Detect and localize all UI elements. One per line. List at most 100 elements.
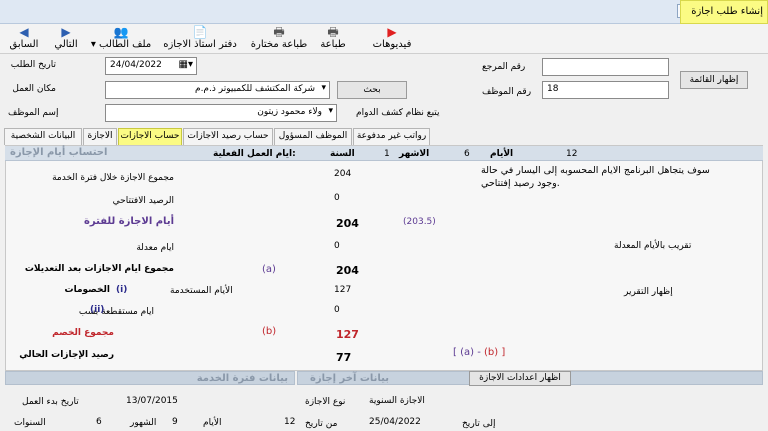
document-icon: 📄 (192, 25, 208, 39)
deducted-days-value: 0 (334, 305, 340, 315)
tab-leave-balance[interactable]: حساب رصيد الاجازات (183, 128, 273, 145)
work-place-select[interactable]: شركة المكتشف للكمبيوتر ذ.م.م ▾ (105, 81, 330, 99)
note-line-1: سوف يتجاهل البرنامج الايام المحسوبه إلى … (481, 165, 710, 176)
prev-button[interactable]: ◀ السابق (4, 24, 44, 54)
from-date-label: من تاريخ (305, 419, 338, 429)
days-label: الأيام (490, 149, 514, 159)
months-value: 9 (172, 417, 178, 427)
tab-responsible-employee[interactable]: الموظف المسؤول (274, 128, 352, 145)
attendance-note: يتبع نظام كشف الدوام (356, 108, 440, 118)
order-date-field[interactable]: 24/04/2022 ▦▾ (105, 57, 197, 75)
adjusted-days-value: 0 (334, 241, 340, 251)
used-days-value: 127 (334, 285, 352, 295)
ref-no-input[interactable] (542, 58, 669, 76)
emp-name-label: إسم الموظف (8, 108, 59, 118)
balance-label: رصيد الإجازات الحالي (19, 350, 114, 360)
leave-settings-button[interactable]: اظهار اعدادات الاجازة (469, 371, 571, 386)
adjusted-days-label: ايام معدلة (136, 243, 174, 253)
printer-icon: 🖶 (327, 25, 339, 39)
calendar-icon[interactable]: ▦▾ (179, 59, 193, 70)
deducted-days-label: ايام مستقطعة بسب (78, 307, 154, 317)
note-line-2: وجود رصيد إفتتاحي. (481, 178, 560, 189)
emp-name-value: ولاء محمود زيتون (257, 107, 322, 117)
emp-no-label: رقم الموظف (482, 87, 532, 97)
years-label: السنوات (14, 418, 46, 428)
actual-work-days-label: ايام العمل الفعلية: (213, 149, 296, 159)
balance-formula: [ (a) - (b) ] (453, 347, 505, 358)
tab-strip: البيانات الشخصية الاجازة حساب الاجازات ح… (0, 128, 430, 145)
applicant-file-label: ▾ ملف الطالب (90, 39, 152, 50)
marker-b: (b) (262, 326, 277, 337)
round-adjusted-label: تقريب بالأيام المعدلة (614, 241, 692, 251)
arrow-right-icon: ▶ (61, 25, 71, 39)
round-adjusted-checkbox[interactable]: تقريب بالأيام المعدلة (614, 241, 691, 251)
arrow-left-icon: ◀ (19, 25, 29, 39)
balance-value: 77 (336, 351, 352, 364)
search-button[interactable]: بحث (337, 81, 407, 99)
used-days-label: الأيام المستخدمة (170, 286, 233, 296)
print-selected-label: طباعة مختارة (250, 39, 308, 50)
videos-label: فيديوهات (372, 39, 412, 50)
period-days-exact: (203.5) (403, 217, 436, 227)
show-list-button[interactable]: إظهار القائمة (680, 71, 748, 89)
leave-record-button[interactable]: 📄 دفتر استاذ الاجازه (160, 24, 240, 54)
year-value: 1 (384, 149, 390, 159)
work-place-value: شركة المكتشف للكمبيوتر ذ.م.م (195, 84, 315, 94)
users-icon: 👥 (113, 25, 129, 39)
last-leave-title: بيانات آخر إجازة (310, 373, 390, 384)
years-value: 6 (96, 417, 102, 427)
print-label: طباعة (320, 39, 346, 50)
marker-ii: (ii) (90, 305, 105, 315)
tab-leave[interactable]: الاجازة (83, 128, 117, 145)
marker-a: (a) (262, 264, 276, 275)
formula-b: (b) ] (484, 347, 506, 358)
months-value: 6 (464, 149, 470, 159)
start-date-label: تاريخ بدء العمل (22, 397, 79, 407)
tab-personal-data[interactable]: البيانات الشخصية (4, 128, 82, 145)
months-label: الاشهر (399, 149, 430, 159)
emp-name-select[interactable]: ولاء محمود زيتون ▾ (105, 104, 337, 122)
period-days-value: 204 (336, 217, 359, 230)
printer-icon: 🖶 (273, 25, 285, 39)
total-days-value: 12 (566, 149, 578, 159)
show-report-link[interactable]: إظهار التقرير (624, 287, 673, 297)
deductions-label: الخصومات (64, 285, 110, 295)
title-bar: ▭ ⧉ ✕ إنشاء طلب اجازة (0, 0, 768, 24)
calc-section-title: احتساب أيام الإجازة (10, 147, 108, 158)
attendance-system-checkbox[interactable]: يتبع نظام كشف الدوام (356, 108, 460, 118)
leave-type-label: نوع الاجازة (305, 397, 346, 407)
prev-label: السابق (9, 39, 39, 50)
service-section-header: بيانات فترة الخدمة (5, 371, 295, 385)
youtube-play-icon: ▶ (387, 25, 397, 39)
videos-button[interactable]: ▶ فيديوهات (370, 24, 414, 54)
svc-days-label: الأيام (203, 418, 222, 428)
ref-no-label: رقم المرجع (482, 62, 526, 72)
next-button[interactable]: ▶ التالي (50, 24, 82, 54)
tab-leave-calculation[interactable]: حساب الاجازات (118, 128, 182, 145)
order-date-value: 24/04/2022 (110, 60, 162, 70)
service-total-value: 204 (334, 169, 352, 179)
to-date-label: إلى تاريخ (462, 419, 496, 429)
toolbar: ◀ السابق ▶ التالي 👥 ▾ ملف الطالب 📄 دفتر … (0, 24, 768, 54)
order-date-label: تاريخ الطلب (10, 60, 56, 70)
work-place-label: مكان العمل (12, 84, 56, 94)
total-deduction-value: 127 (336, 328, 359, 341)
year-label: السنة (330, 149, 355, 159)
service-total-label: مجموع الاجازة خلال فترة الخدمة (52, 173, 174, 183)
print-selected-button[interactable]: 🖶 طباعة مختارة (247, 24, 311, 54)
print-button[interactable]: 🖶 طباعة (316, 24, 350, 54)
total-after-adj-value: 204 (336, 264, 359, 277)
leave-record-label: دفتر استاذ الاجازه (163, 39, 237, 50)
chevron-down-icon: ▾ (328, 106, 333, 116)
applicant-file-button[interactable]: 👥 ▾ ملف الطالب (88, 24, 154, 54)
total-after-adj-label: مجموع ايام الاجازات بعد التعديلات (24, 264, 174, 274)
tab-unpaid-salaries[interactable]: رواتب غير مدفوعة (353, 128, 430, 145)
chevron-down-icon: ▾ (321, 83, 326, 93)
total-deduction-label: مجموع الخصم (52, 328, 114, 338)
emp-no-input[interactable]: 18 (542, 81, 669, 99)
formula-a: [ (a) - (453, 347, 481, 358)
marker-i: (i) (116, 285, 128, 295)
from-date-value: 25/04/2022 (369, 417, 421, 427)
period-days-label: أيام الاجازة للفترة (84, 216, 174, 227)
months-label: الشهور (130, 418, 157, 428)
